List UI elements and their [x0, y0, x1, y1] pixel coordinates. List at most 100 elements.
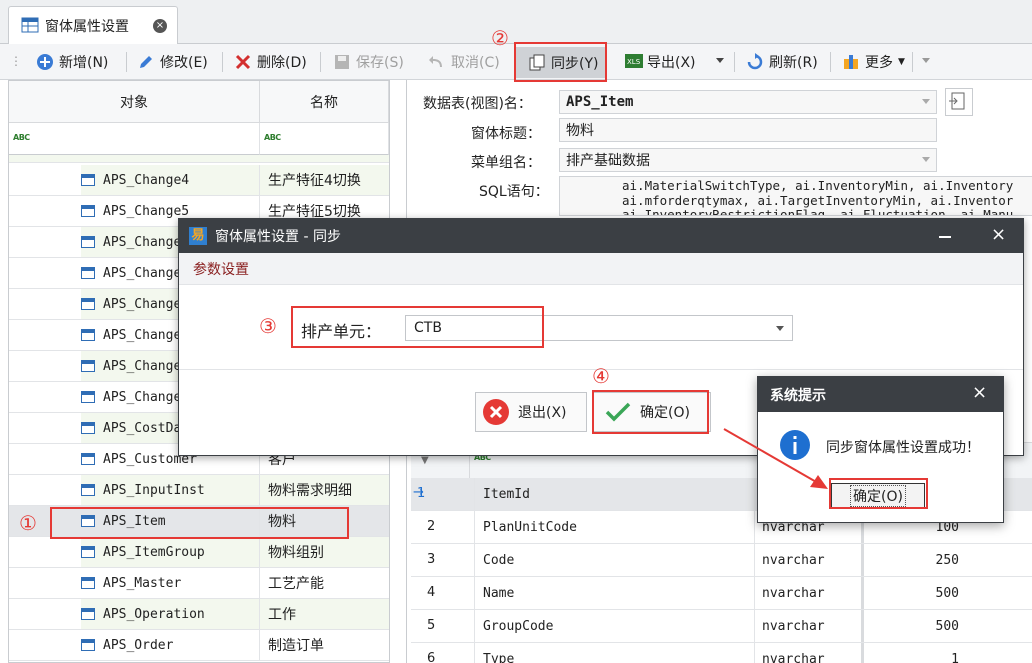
save-button[interactable]: 保存(S)	[333, 44, 404, 80]
name-cell[interactable]: 物料组别	[259, 537, 389, 567]
svg-text:XLS: XLS	[627, 58, 641, 66]
row-indicator[interactable]	[9, 475, 81, 505]
sql-edit-button[interactable]	[945, 88, 973, 116]
name-cell[interactable]: 生产特征4切换	[259, 165, 389, 195]
row-indicator[interactable]	[9, 413, 81, 443]
sql-line: ai.mforderqtymax, ai.TargetInventoryMin,…	[622, 192, 1014, 208]
edit-button[interactable]: 修改(E)	[137, 44, 208, 80]
export-label: 导出(X)	[647, 55, 696, 71]
name-cell[interactable]: 制造订单	[259, 630, 389, 660]
field-row[interactable]: 5 GroupCode nvarchar 500	[411, 610, 1032, 643]
cancel-button[interactable]: 取消(C)	[428, 44, 500, 80]
table-row[interactable]: APS_ItemGroup 物料组别	[9, 537, 389, 568]
row-indicator[interactable]	[9, 258, 81, 288]
export-button[interactable]: XLS 导出(X)	[624, 44, 696, 80]
object-name: APS_ItemGroup	[103, 544, 205, 560]
plus-circle-icon	[36, 53, 54, 71]
row-indicator[interactable]	[9, 351, 81, 381]
object-cell[interactable]: APS_ItemGroup	[81, 537, 259, 567]
field-field-cell[interactable]: GroupCode	[474, 610, 754, 642]
object-cell[interactable]: APS_Operation	[81, 599, 259, 629]
row-number: 2	[427, 519, 436, 534]
field-field-cell[interactable]: Code	[474, 544, 754, 576]
grid-icon	[21, 17, 39, 35]
field-field-cell[interactable]: ItemId	[474, 478, 754, 510]
name-cell[interactable]: 工艺产能	[259, 568, 389, 598]
export-dropdown-icon[interactable]	[716, 58, 724, 63]
row-number: 5	[427, 618, 436, 633]
field-type-cell[interactable]: nvarchar	[754, 643, 858, 663]
table-icon	[81, 174, 95, 186]
row-indicator[interactable]	[9, 568, 81, 598]
object-name: APS_Change6	[103, 234, 190, 250]
chevron-down-icon	[776, 326, 784, 331]
close-tab-icon[interactable]: ×	[153, 18, 167, 33]
row-indicator[interactable]	[9, 165, 81, 195]
field-type-cell[interactable]: nvarchar	[754, 577, 858, 609]
row-indicator[interactable]	[9, 289, 81, 319]
pointer-arrow-icon	[723, 428, 828, 489]
table-icon	[81, 453, 95, 465]
row-indicator[interactable]	[9, 320, 81, 350]
table-row[interactable]: APS_InputInst 物料需求明细	[9, 475, 389, 506]
row-indicator[interactable]	[9, 630, 81, 660]
delete-button[interactable]: 删除(D)	[234, 44, 307, 80]
toolbar-overflow-icon[interactable]	[922, 58, 930, 63]
table-name-select[interactable]: APS_Item	[559, 90, 937, 114]
sql-textarea[interactable]: ai.MaterialSwitchType, ai.InventoryMin, …	[559, 176, 1032, 216]
name-filter-input[interactable]: ABC	[260, 123, 389, 155]
minimize-icon[interactable]	[939, 236, 951, 238]
field-type-cell[interactable]: nvarchar	[754, 544, 858, 576]
chevron-down-icon	[922, 99, 930, 104]
table-row[interactable]: APS_Operation 工作	[9, 599, 389, 630]
row-indicator[interactable]	[9, 537, 81, 567]
table-row[interactable]: APS_Change4 生产特征4切换	[9, 165, 389, 196]
field-len-cell[interactable]: 500	[861, 577, 965, 609]
table-row[interactable]: APS_Master 工艺产能	[9, 568, 389, 599]
field-row[interactable]: 6 Type nvarchar 1	[411, 643, 1032, 663]
name-cell[interactable]: 工作	[259, 599, 389, 629]
row-indicator[interactable]	[9, 196, 81, 226]
dialog-close-icon[interactable]: ×	[991, 225, 1006, 245]
field-field-cell[interactable]: Type	[474, 643, 754, 663]
pencil-icon	[137, 53, 155, 71]
object-cell[interactable]: APS_InputInst	[81, 475, 259, 505]
tab-form-settings[interactable]: 窗体属性设置 ×	[8, 6, 178, 44]
form-title-input[interactable]: 物料	[559, 118, 937, 142]
message-close-icon[interactable]: ×	[972, 383, 987, 403]
field-row[interactable]: 4 Name nvarchar 500	[411, 577, 1032, 610]
field-len-cell[interactable]: 500	[861, 610, 965, 642]
menu-group-select[interactable]: 排产基础数据	[559, 148, 937, 172]
field-len-cell[interactable]: 250	[861, 544, 965, 576]
table-icon	[81, 205, 95, 217]
new-button[interactable]: 新增(N)	[36, 44, 108, 80]
row-indicator[interactable]	[9, 227, 81, 257]
object-name: APS_ChangeI	[103, 358, 190, 374]
row-indicator[interactable]	[9, 382, 81, 412]
highlight-sync	[514, 42, 607, 82]
col-header-object[interactable]: 对象	[9, 81, 260, 123]
col-header-name[interactable]: 名称	[260, 81, 389, 123]
field-len-cell[interactable]: 1	[861, 643, 965, 663]
step-marker-1: ①	[19, 511, 37, 535]
field-row[interactable]: 3 Code nvarchar 250	[411, 544, 1032, 577]
field-type-cell[interactable]: nvarchar	[754, 610, 858, 642]
object-name: APS_Master	[103, 575, 182, 591]
object-cell[interactable]: APS_Order	[81, 630, 259, 660]
row-indicator[interactable]	[9, 444, 81, 474]
object-cell[interactable]: APS_Change4	[81, 165, 259, 195]
row-indicator[interactable]	[9, 599, 81, 629]
field-field-cell[interactable]: PlanUnitCode	[474, 511, 754, 543]
field-field-cell[interactable]: Name	[474, 577, 754, 609]
name-cell[interactable]: 物料需求明细	[259, 475, 389, 505]
more-box-icon	[842, 53, 860, 71]
more-button[interactable]: 更多 ▼	[842, 44, 905, 80]
table-row[interactable]: APS_Order 制造订单	[9, 630, 389, 661]
object-filter-input[interactable]: ABC	[9, 123, 260, 155]
more-dropdown-icon: ▼	[898, 57, 905, 67]
table-icon	[81, 422, 95, 434]
refresh-button[interactable]: 刷新(R)	[746, 44, 818, 80]
exit-button[interactable]: 退出(X)	[475, 392, 587, 432]
object-cell[interactable]: APS_Master	[81, 568, 259, 598]
row-number: 6	[427, 651, 436, 663]
